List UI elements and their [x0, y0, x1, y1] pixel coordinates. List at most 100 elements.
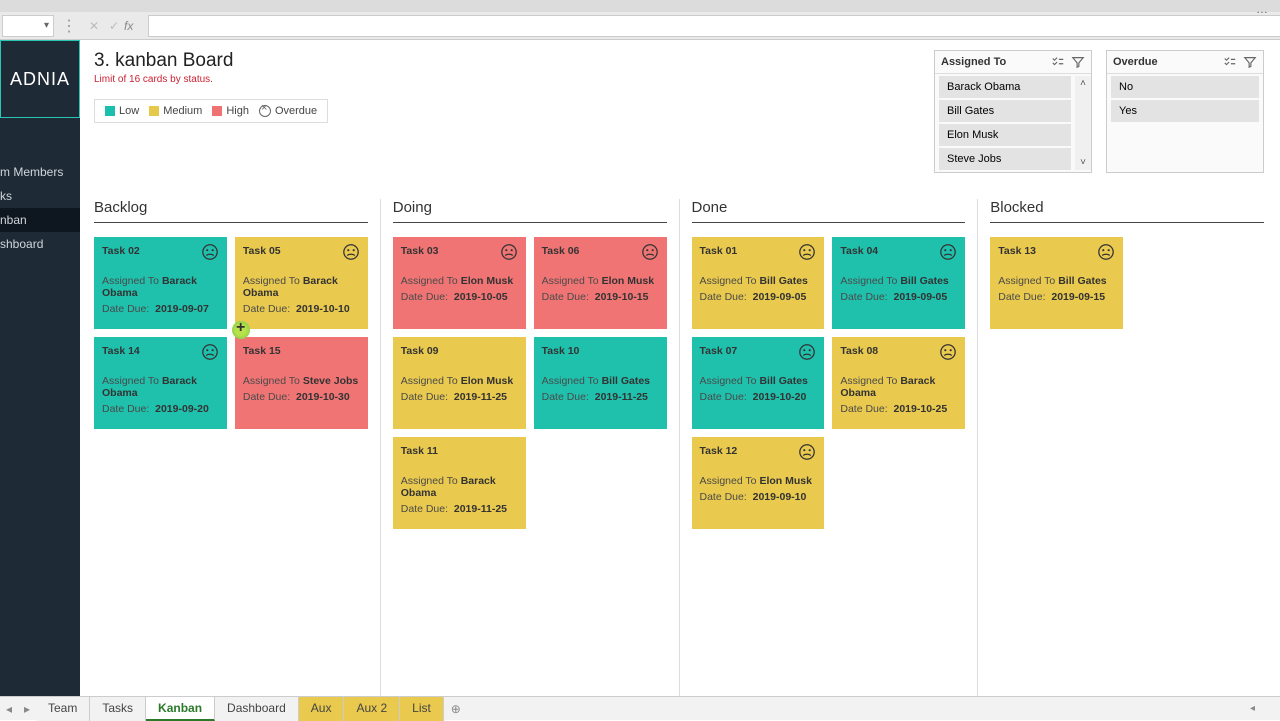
overdue-face-icon [798, 343, 816, 361]
assigned-value: Steve Jobs [303, 375, 358, 387]
due-value: 2019-09-10 [753, 491, 807, 503]
column-divider [977, 199, 978, 696]
overdue-face-icon [939, 343, 957, 361]
assigned-value: Elon Musk [759, 475, 812, 487]
assigned-value: Bill Gates [759, 375, 807, 387]
sidebar-item[interactable]: m Members [0, 160, 80, 184]
kanban-column: DoneTask 01Assigned To Bill GatesDate Du… [692, 199, 966, 696]
kanban-card[interactable]: Task 02Assigned To Barack ObamaDate Due:… [94, 237, 227, 329]
kanban-card[interactable]: Task 10Assigned To Bill GatesDate Due: 2… [534, 337, 667, 429]
scrollbar[interactable]: ˄˅ [1075, 76, 1091, 170]
sidebar: ADNIA m Membersksnbanshboard [0, 40, 80, 696]
kanban-card[interactable]: Task 01Assigned To Bill GatesDate Due: 2… [692, 237, 825, 329]
fx-icon[interactable]: fx [124, 19, 148, 33]
cancel-icon[interactable]: ✕ [84, 19, 104, 33]
more-icon[interactable]: … [1256, 2, 1270, 16]
assigned-label: Assigned To [102, 375, 159, 387]
filter-option[interactable]: Bill Gates [939, 100, 1071, 122]
kanban-card[interactable]: Task 04Assigned To Bill GatesDate Due: 2… [832, 237, 965, 329]
legend-medium: Medium [163, 105, 202, 117]
multiselect-icon[interactable] [1223, 55, 1237, 69]
filter-assigned-to[interactable]: Assigned To Barack ObamaBill GatesElon M… [934, 50, 1092, 173]
assigned-value: Bill Gates [602, 375, 650, 387]
overdue-face-icon [500, 243, 518, 261]
kanban-card[interactable]: Task 14Assigned To Barack ObamaDate Due:… [94, 337, 227, 429]
filter-overdue[interactable]: Overdue NoYes [1106, 50, 1264, 173]
assigned-label: Assigned To [401, 375, 458, 387]
scroll-down-icon[interactable]: ˅ [1080, 157, 1086, 168]
column-title: Doing [393, 199, 667, 223]
due-value: 2019-09-15 [1051, 291, 1105, 303]
filter-title: Overdue [1113, 56, 1158, 68]
due-label: Date Due: [700, 291, 747, 303]
sheet-tab[interactable]: List [400, 697, 444, 721]
assigned-label: Assigned To [998, 275, 1055, 287]
formula-input[interactable] [148, 15, 1280, 37]
due-value: 2019-10-10 [296, 303, 350, 315]
due-value: 2019-10-05 [454, 291, 508, 303]
card-title: Task 09 [401, 345, 518, 357]
sidebar-item[interactable]: nban [0, 208, 80, 232]
sheet-tab[interactable]: Kanban [146, 697, 215, 721]
multiselect-icon[interactable] [1051, 55, 1065, 69]
due-label: Date Due: [401, 291, 448, 303]
formula-bar: ▾ ⋮ ✕ ✓ fx [0, 12, 1280, 40]
name-box[interactable]: ▾ [2, 15, 54, 37]
kanban-card[interactable]: Task 06Assigned To Elon MuskDate Due: 20… [534, 237, 667, 329]
sheet-tab[interactable]: Tasks [90, 697, 146, 721]
kanban-card[interactable]: Task 13Assigned To Bill GatesDate Due: 2… [990, 237, 1123, 329]
due-label: Date Due: [102, 403, 149, 415]
content-area: 3. kanban Board Limit of 16 cards by sta… [80, 40, 1280, 696]
filter-icon[interactable] [1071, 55, 1085, 69]
sheet-tab[interactable]: Aux [299, 697, 345, 721]
assigned-value: Bill Gates [759, 275, 807, 287]
due-label: Date Due: [243, 303, 290, 315]
filter-option[interactable]: Yes [1111, 100, 1259, 122]
tab-next-icon[interactable]: ▸ [18, 702, 36, 716]
kanban-card[interactable]: Task 05Assigned To Barack ObamaDate Due:… [235, 237, 368, 329]
sheet-tab[interactable]: Aux 2 [344, 697, 400, 721]
assigned-label: Assigned To [401, 475, 458, 487]
due-value: 2019-10-20 [753, 391, 807, 403]
filter-option[interactable]: Elon Musk [939, 124, 1071, 146]
kanban-card[interactable]: Task 07Assigned To Bill GatesDate Due: 2… [692, 337, 825, 429]
chevron-down-icon[interactable]: ▾ [44, 20, 49, 31]
tab-prev-icon[interactable]: ◂ [0, 702, 18, 716]
sheet-tab[interactable]: Team [36, 697, 90, 721]
due-label: Date Due: [542, 291, 589, 303]
assigned-label: Assigned To [840, 275, 897, 287]
kanban-card[interactable]: Task 12Assigned To Elon MuskDate Due: 20… [692, 437, 825, 529]
assigned-value: Bill Gates [900, 275, 948, 287]
assigned-label: Assigned To [102, 275, 159, 287]
add-sheet-icon[interactable]: ⊕ [444, 702, 468, 716]
due-value: 2019-11-25 [454, 503, 507, 515]
low-swatch [105, 106, 115, 116]
due-label: Date Due: [840, 291, 887, 303]
assigned-label: Assigned To [243, 375, 300, 387]
assigned-label: Assigned To [542, 275, 599, 287]
logo: ADNIA [0, 40, 80, 118]
kanban-card[interactable]: Task 03Assigned To Elon MuskDate Due: 20… [393, 237, 526, 329]
sidebar-item[interactable]: ks [0, 184, 80, 208]
filter-option[interactable]: No [1111, 76, 1259, 98]
due-value: 2019-10-30 [296, 391, 350, 403]
card-title: Task 15 [243, 345, 360, 357]
kanban-card[interactable]: Task 15Assigned To Steve JobsDate Due: 2… [235, 337, 368, 429]
hscroll-left-icon[interactable]: ◂ [1250, 703, 1255, 714]
due-label: Date Due: [840, 403, 887, 415]
due-label: Date Due: [700, 391, 747, 403]
filter-icon[interactable] [1243, 55, 1257, 69]
card-title: Task 11 [401, 445, 518, 457]
scroll-up-icon[interactable]: ˄ [1080, 78, 1086, 89]
due-value: 2019-11-25 [454, 391, 507, 403]
kanban-card[interactable]: Task 09Assigned To Elon MuskDate Due: 20… [393, 337, 526, 429]
filter-option[interactable]: Barack Obama [939, 76, 1071, 98]
assigned-label: Assigned To [700, 475, 757, 487]
filter-option[interactable]: Steve Jobs [939, 148, 1071, 170]
enter-icon[interactable]: ✓ [104, 19, 124, 33]
kanban-card[interactable]: Task 11Assigned To Barack ObamaDate Due:… [393, 437, 526, 529]
kanban-card[interactable]: Task 08Assigned To Barack ObamaDate Due:… [832, 337, 965, 429]
assigned-value: Elon Musk [461, 275, 514, 287]
sheet-tab[interactable]: Dashboard [215, 697, 299, 721]
sidebar-item[interactable]: shboard [0, 232, 80, 256]
